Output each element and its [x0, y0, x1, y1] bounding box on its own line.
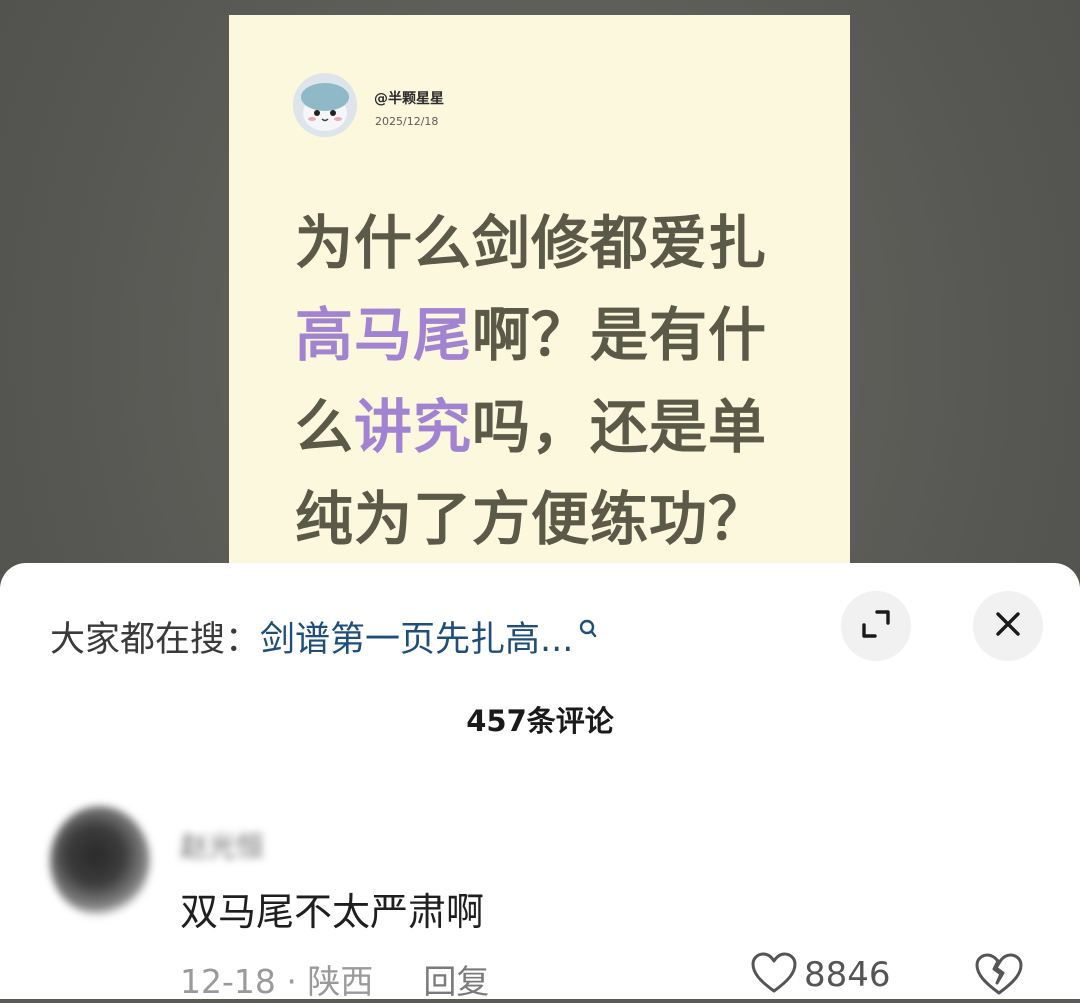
close-button[interactable] — [973, 591, 1043, 661]
headline-highlight: 高马尾 — [295, 301, 473, 369]
comment-date: 12-18 — [180, 962, 276, 1001]
commenter-avatar[interactable] — [50, 806, 150, 916]
close-icon — [993, 609, 1023, 643]
headline-text: 为什么剑修都爱扎 — [295, 209, 768, 277]
headline-highlight: 讲究 — [354, 393, 473, 461]
trending-search[interactable]: 大家都在搜：剑谱第一页先扎高... — [50, 611, 597, 660]
broken-heart-icon — [973, 953, 1025, 1001]
post-image-card: @半颗星星 2025/12/18 为什么剑修都爱扎高马尾啊？是有什么讲究吗，还是… — [229, 15, 850, 595]
heart-icon — [750, 951, 798, 999]
search-icon[interactable] — [579, 619, 597, 643]
comment-text: 双马尾不太严肃啊 — [180, 890, 485, 934]
like-count: 8846 — [804, 955, 891, 995]
author-name[interactable]: @半颗星星 — [374, 88, 444, 108]
expand-icon — [859, 607, 893, 645]
comment-meta: 12-18 · 陕西 回复 — [180, 955, 489, 1003]
post-headline: 为什么剑修都爱扎高马尾啊？是有什么讲究吗，还是单纯为了方便练功？ — [295, 197, 815, 565]
expand-button[interactable] — [841, 591, 911, 661]
post-date: 2025/12/18 — [375, 115, 439, 128]
trending-search-prefix: 大家都在搜： — [50, 620, 261, 660]
commenter-name[interactable]: 赵光恒 — [180, 825, 264, 865]
author-avatar — [293, 73, 357, 137]
like-button[interactable]: 8846 — [750, 951, 891, 999]
meta-separator: · — [275, 962, 308, 1001]
comments-count: 457条评论 — [466, 704, 614, 738]
trending-search-query[interactable]: 剑谱第一页先扎高... — [260, 620, 573, 660]
comment-location: 陕西 — [307, 962, 374, 1001]
comments-sheet: 大家都在搜：剑谱第一页先扎高... 457条评论 赵光恒 双马尾不太严肃啊 12… — [0, 563, 1080, 1001]
reply-button[interactable]: 回复 — [423, 962, 489, 1001]
dislike-button[interactable] — [973, 951, 1025, 1001]
